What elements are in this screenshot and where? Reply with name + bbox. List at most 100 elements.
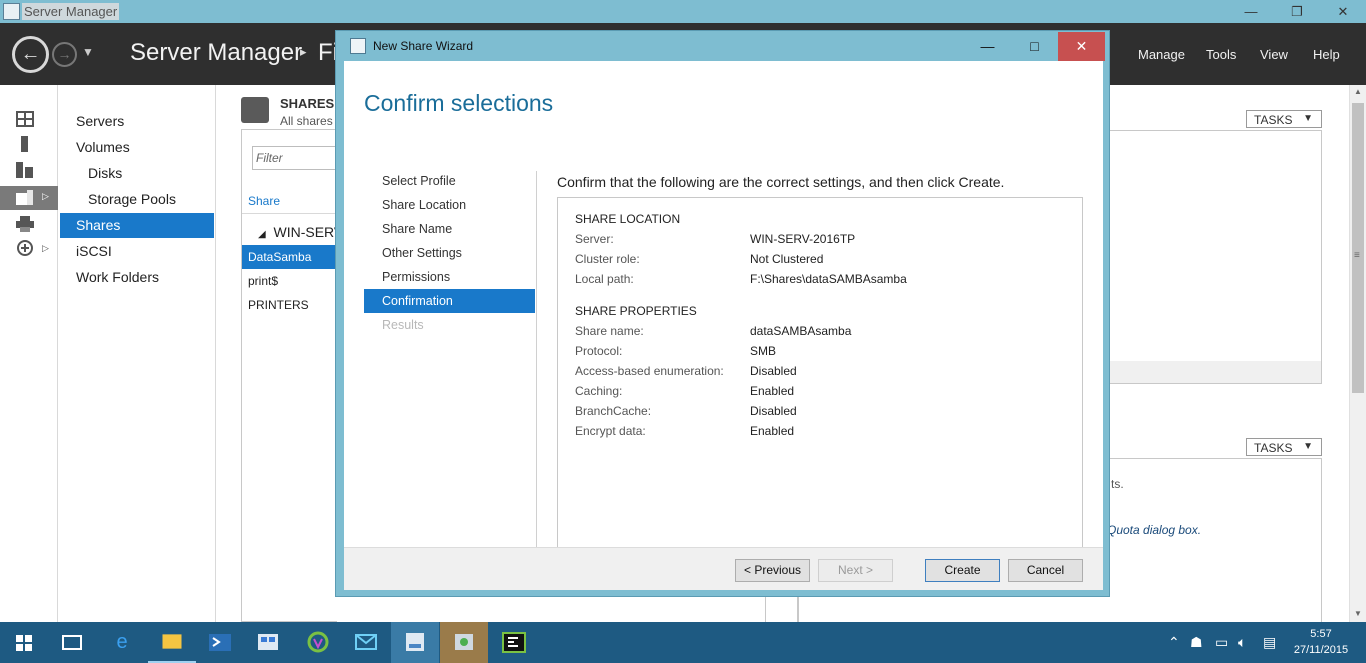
share-name-label: Share name: [575, 324, 644, 338]
right-pane-top-strip [1109, 361, 1321, 383]
taskbar-clock[interactable]: 5:57 27/11/2015 [1290, 626, 1352, 658]
server-group-label: WIN-SERV [273, 224, 344, 240]
expand-arrow-icon: ▷ [42, 191, 49, 201]
terminal-icon[interactable] [490, 622, 538, 663]
share-row[interactable]: DataSamba [242, 245, 338, 269]
collapse-triangle-icon: ◢ [258, 229, 266, 240]
menu-help[interactable]: Help [1313, 47, 1340, 62]
wizard-minimize-button[interactable]: — [964, 32, 1011, 61]
tasks-dropdown-bottom[interactable]: TASKS ▼ [1246, 438, 1322, 456]
nav-item-storage-pools[interactable]: Storage Pools [60, 187, 214, 212]
app-green-icon[interactable] [294, 622, 342, 663]
wizard-app-icon [350, 38, 366, 54]
icon-rail: ▷ ▷ [0, 85, 58, 622]
share-row[interactable]: print$ [242, 269, 338, 293]
scroll-down-icon[interactable]: ▼ [1354, 609, 1362, 618]
window-minimize-button[interactable]: — [1228, 0, 1274, 23]
shares-title: SHARES [280, 96, 335, 111]
shares-icon [241, 97, 269, 123]
nav-item-shares[interactable]: Shares [60, 213, 214, 238]
server-group-header[interactable]: ◢ WIN-SERV [258, 224, 343, 240]
history-dropdown-icon[interactable]: ▼ [82, 45, 94, 59]
window-title: Server Manager [22, 3, 120, 20]
file-storage-icon[interactable]: ▷ [0, 186, 58, 210]
local-server-icon[interactable] [16, 136, 34, 152]
vertical-scrollbar[interactable]: ▲ ≡ ▼ [1349, 85, 1366, 622]
shares-subtitle: All shares [280, 114, 333, 128]
volume-icon[interactable]: 🔈︎ [1238, 622, 1246, 663]
menu-view[interactable]: View [1260, 47, 1288, 62]
menu-manage[interactable]: Manage [1138, 47, 1185, 62]
wizard-close-button[interactable]: ✕ [1058, 32, 1105, 61]
scroll-thumb[interactable] [1352, 103, 1364, 393]
share-row[interactable]: PRINTERS [242, 293, 338, 317]
windows-start-icon[interactable] [0, 622, 48, 663]
branchcache-value: Disabled [750, 404, 797, 418]
wizard-title-bar[interactable]: New Share Wizard — □ ✕ [336, 31, 1109, 61]
action-center-icon[interactable]: ▤ [1263, 622, 1276, 663]
nav-item-volumes[interactable]: Volumes [60, 135, 214, 160]
dropdown-caret-icon: ▼ [1303, 113, 1313, 124]
nav-item-servers[interactable]: Servers [60, 109, 214, 134]
forward-button[interactable]: → [52, 42, 77, 67]
nav-item-disks[interactable]: Disks [60, 161, 214, 186]
confirm-instruction: Confirm that the following are the corre… [557, 174, 1005, 190]
next-button: Next > [818, 559, 893, 582]
breadcrumb-app[interactable]: Server Manager [130, 39, 302, 67]
abe-label: Access-based enumeration: [575, 364, 724, 378]
quota-text-fragment: ts. [1111, 477, 1124, 491]
cancel-button[interactable]: Cancel [1008, 559, 1083, 582]
all-servers-icon[interactable] [16, 162, 34, 178]
chevron-up-icon[interactable]: ⌃ [1168, 622, 1180, 663]
previous-button[interactable]: < Previous [735, 559, 810, 582]
control-panel-icon[interactable] [244, 622, 292, 663]
step-other-settings[interactable]: Other Settings [364, 241, 535, 265]
scroll-up-icon[interactable]: ▲ [1354, 87, 1362, 96]
tasks-dropdown-top[interactable]: TASKS ▼ [1246, 110, 1322, 128]
network-app-icon[interactable] [440, 622, 488, 663]
mail-icon[interactable] [342, 622, 390, 663]
window-close-button[interactable]: ✕ [1320, 0, 1366, 23]
print-services-icon[interactable] [16, 216, 34, 232]
tasks-label: TASKS [1254, 441, 1293, 455]
network-icon[interactable]: ▭ [1215, 622, 1228, 663]
back-button[interactable]: ← [12, 36, 49, 73]
taskbar: e ⌃ ☗ ▭ 🔈︎ ▤ 5:57 27/11/2015 [0, 622, 1366, 663]
edge-icon[interactable]: e [98, 622, 146, 663]
powershell-icon[interactable] [196, 622, 244, 663]
quota-dialog-link[interactable]: Quota dialog box. [1107, 523, 1201, 537]
step-permissions[interactable]: Permissions [364, 265, 535, 289]
step-share-location[interactable]: Share Location [364, 193, 535, 217]
tasks-label: TASKS [1254, 113, 1293, 127]
caching-label: Caching: [575, 384, 623, 398]
column-header-share[interactable]: Share [242, 188, 338, 214]
create-button[interactable]: Create [925, 559, 1000, 582]
remote-access-icon[interactable] [16, 240, 34, 256]
nav-item-iscsi[interactable]: iSCSI [60, 239, 214, 264]
wizard-heading: Confirm selections [364, 90, 554, 116]
nav-item-work-folders[interactable]: Work Folders [60, 265, 214, 290]
forward-arrow-icon: → [57, 46, 72, 62]
file-explorer-icon[interactable] [148, 622, 196, 663]
step-select-profile[interactable]: Select Profile [364, 169, 535, 193]
filter-input[interactable]: Filter [252, 146, 338, 170]
wizard-maximize-button[interactable]: □ [1011, 32, 1058, 61]
protocol-label: Protocol: [575, 344, 623, 358]
window-restore-button[interactable]: ❐ [1274, 0, 1320, 23]
clock-date: 27/11/2015 [1293, 644, 1349, 656]
share-name-value: dataSAMBAsamba [750, 324, 852, 338]
server-manager-icon[interactable] [391, 622, 439, 663]
dashboard-icon[interactable] [16, 111, 34, 127]
people-icon[interactable]: ☗ [1190, 622, 1203, 663]
wizard-footer: < Previous Next > Create Cancel [344, 547, 1103, 590]
step-confirmation[interactable]: Confirmation [364, 289, 535, 313]
step-share-name[interactable]: Share Name [364, 217, 535, 241]
step-results: Results [382, 318, 424, 332]
scroll-grip-icon: ≡ [1354, 250, 1360, 261]
menu-tools[interactable]: Tools [1206, 47, 1236, 62]
window-title-bar: Server Manager — ❐ ✕ [0, 0, 1366, 23]
expand-arrow-icon[interactable]: ▷ [42, 243, 49, 254]
steps-divider [536, 171, 537, 557]
protocol-value: SMB [750, 344, 777, 358]
task-view-icon[interactable] [48, 622, 96, 663]
